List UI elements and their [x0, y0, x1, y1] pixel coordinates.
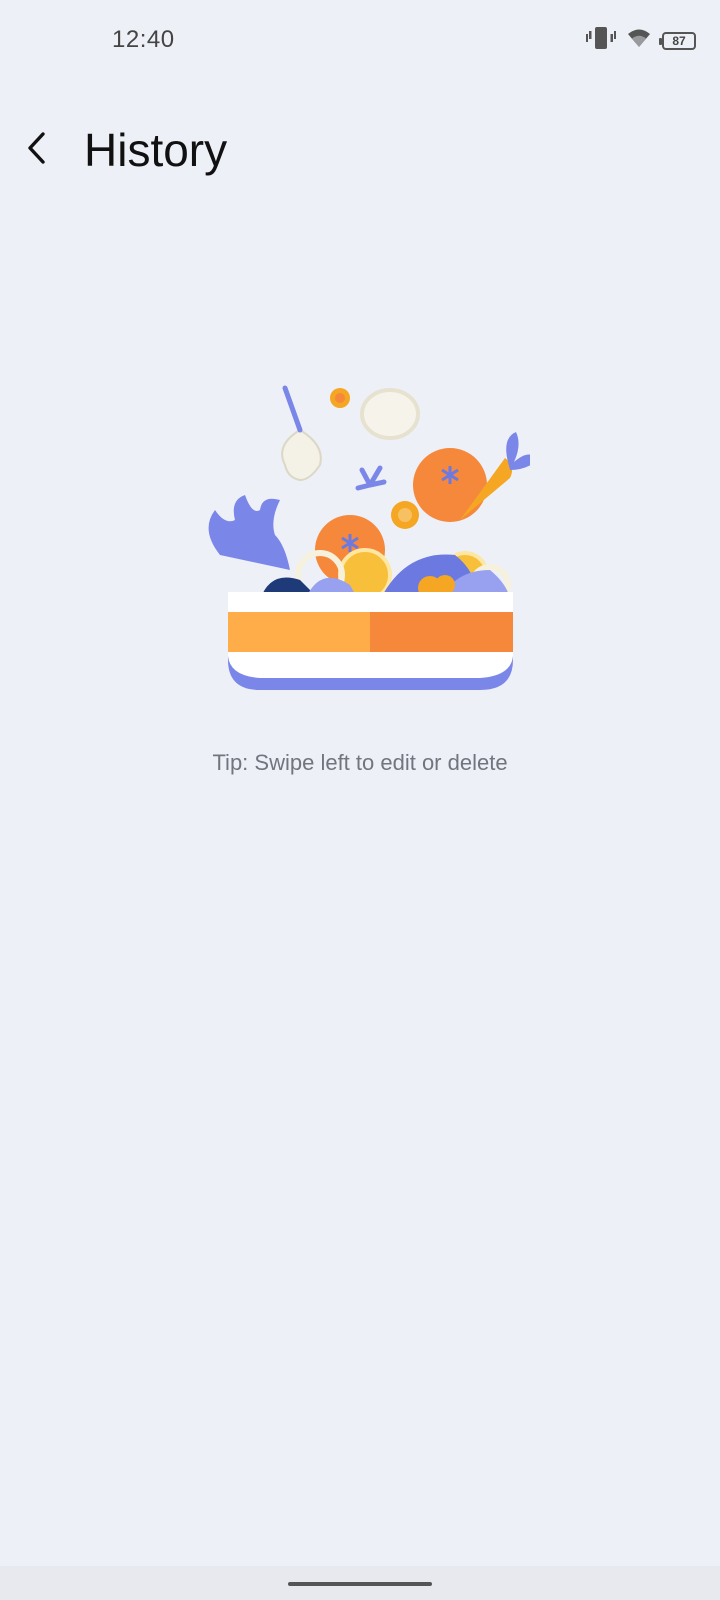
page-title: History [84, 124, 228, 176]
salad-bowl-illustration [0, 370, 720, 710]
top-app-bar: History [0, 100, 720, 200]
status-time: 12:40 [112, 26, 175, 53]
empty-state: Tip: Swipe left to edit or delete [0, 370, 720, 776]
wifi-icon [626, 27, 652, 54]
status-icons: 87 [586, 26, 696, 55]
home-gesture-handle[interactable] [288, 1582, 432, 1586]
status-bar: 12:40 87 [0, 0, 720, 80]
vibrate-icon [586, 26, 616, 55]
back-button[interactable] [10, 122, 66, 178]
battery-icon: 87 [659, 31, 696, 50]
back-arrow-icon [23, 131, 53, 170]
navigation-bar [0, 1566, 720, 1600]
tip-text: Tip: Swipe left to edit or delete [212, 750, 508, 775]
screen: 12:40 87 History Tip: Swipe left to edit… [0, 0, 720, 1600]
